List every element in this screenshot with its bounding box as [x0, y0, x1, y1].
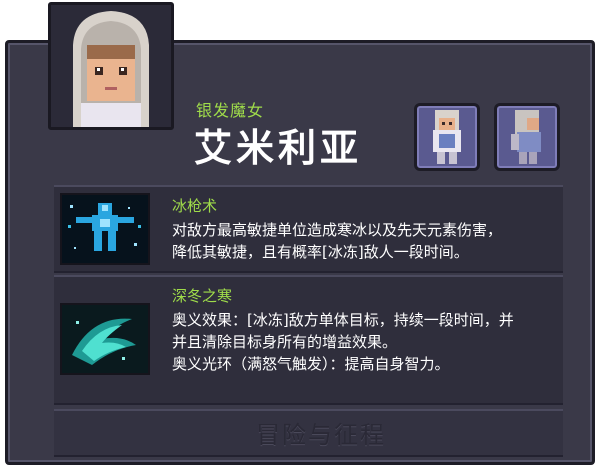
skill-name: 冰枪术	[172, 197, 218, 215]
hero-portrait-icon	[51, 5, 171, 127]
hero-side-sprite-icon	[511, 110, 541, 164]
skin-thumbnail-front[interactable]	[414, 103, 480, 171]
hero-portrait[interactable]	[48, 2, 174, 130]
hero-front-sprite-icon	[433, 110, 461, 164]
skill-row-2[interactable]: 深冬之寒 奥义效果：[冰冻]敌方单体目标，持续一段时间，并 并且清除目标身所有的…	[54, 275, 563, 405]
game-logo-watermark: 冒险与征程	[256, 421, 386, 449]
skill-description: 奥义效果：[冰冻]敌方单体目标，持续一段时间，并 并且清除目标身所有的增益效果。…	[172, 311, 514, 373]
skill-name: 深冬之寒	[172, 287, 233, 305]
ice-spear-icon	[60, 193, 150, 265]
hero-name: 艾米利亚	[194, 126, 363, 170]
skin-thumbnail-side[interactable]	[494, 103, 560, 171]
skill-description: 对敌方最高敏捷单位造成寒冰以及先天元素伤害， 降低其敏捷，且有概率[冰冻]敌人一…	[172, 221, 503, 261]
skill-row-1[interactable]: 冰枪术 对敌方最高敏捷单位造成寒冰以及先天元素伤害， 降低其敏捷，且有概率[冰冻…	[54, 185, 563, 273]
winter-chill-icon	[60, 303, 150, 375]
